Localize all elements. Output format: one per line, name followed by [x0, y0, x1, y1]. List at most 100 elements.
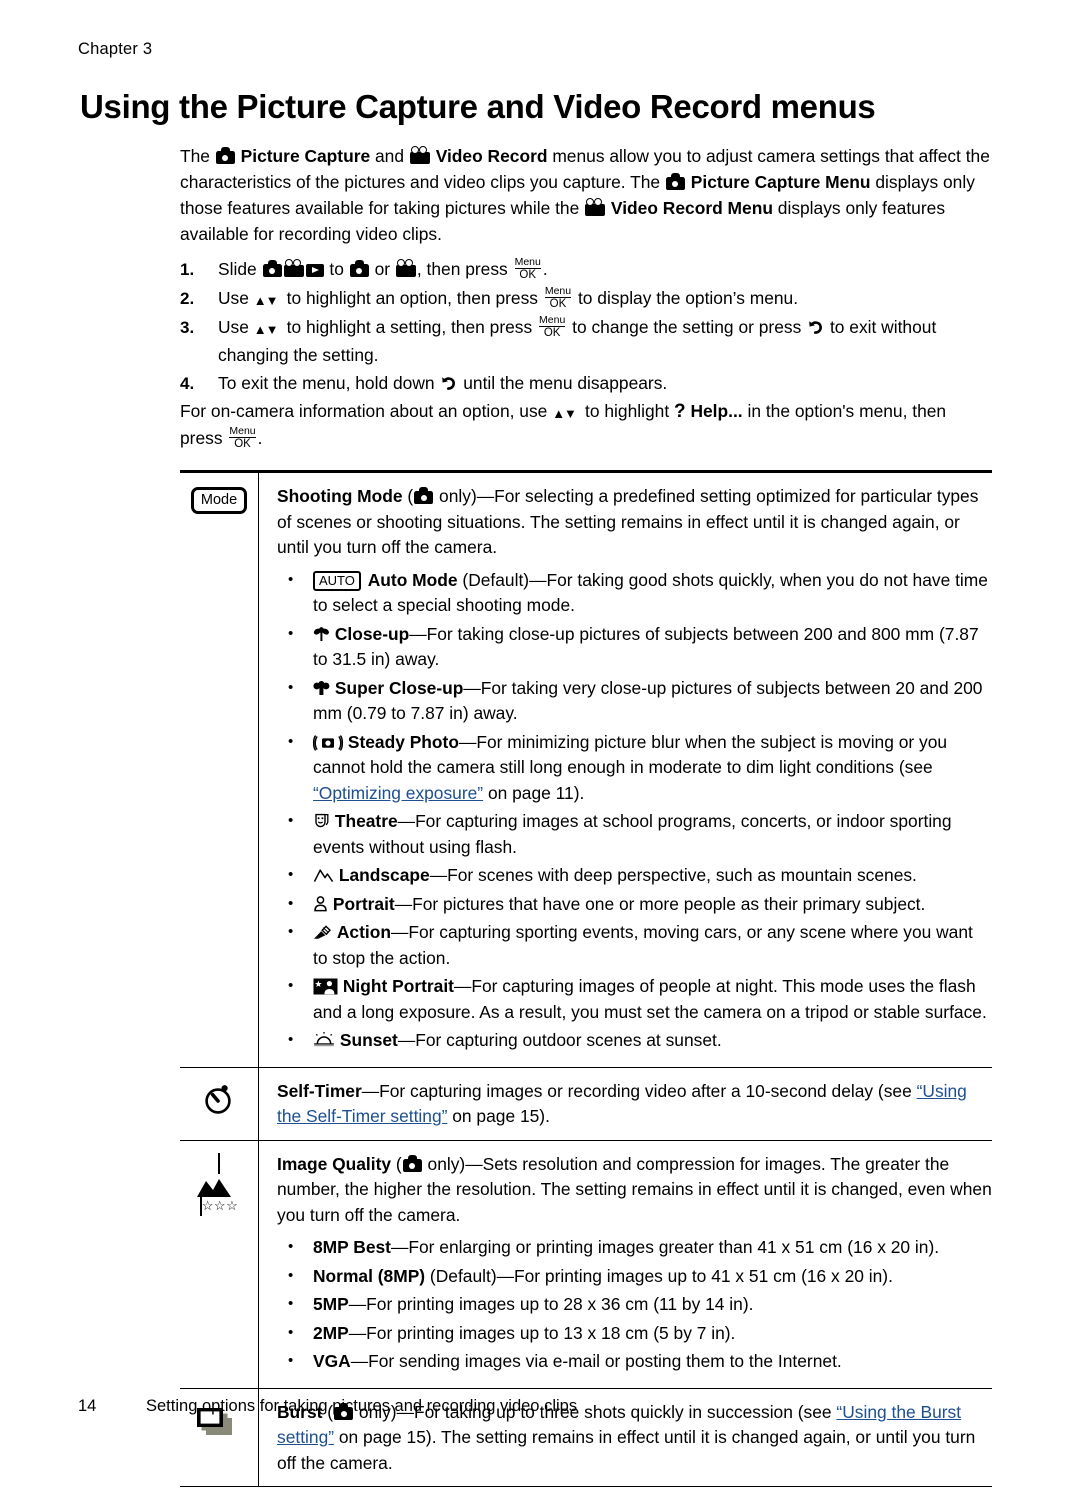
up-down-arrows-icon: ▲▼	[253, 322, 279, 337]
list-item-vga: VGA—For sending images via e-mail or pos…	[277, 1348, 992, 1375]
menu-ok-bottom: OK	[229, 437, 256, 451]
setting-text-cell: Self-Timer—For capturing images or recor…	[259, 1068, 992, 1140]
option-text: —For printing images up to 41 x 51 cm (1…	[496, 1265, 893, 1286]
step-number: 1.	[180, 260, 195, 279]
steady-photo-icon	[312, 732, 344, 752]
option-text-2: on page 11).	[483, 782, 585, 803]
night-portrait-icon	[313, 976, 338, 996]
scope-close: only)	[422, 1153, 466, 1174]
setting-icon-cell: Mode	[180, 473, 259, 1067]
help-text-4: .	[257, 428, 263, 448]
menu-ok-top: Menu	[544, 285, 572, 297]
list-item-close-up: Close-up—For taking close-up pictures of…	[277, 621, 992, 673]
option-text: —For scenes with deep perspective, such …	[429, 865, 917, 885]
link-optimizing-exposure[interactable]: “Optimizing exposure”	[313, 783, 483, 803]
intro-paragraph: The Picture Capture and Video Record men…	[180, 143, 992, 247]
picture-capture-icon	[665, 173, 685, 190]
setting-icon-cell: ☆☆☆	[180, 1140, 259, 1388]
setting-description: Shooting Mode ( only)—For selecting a pr…	[277, 484, 992, 561]
video-record-icon	[283, 259, 304, 277]
settings-table: Mode Shooting Mode ( only)—For selecting…	[180, 470, 992, 1487]
image-quality-options: 8MP Best—For enlarging or printing image…	[277, 1234, 992, 1375]
option-text: —For printing images up to 28 x 36 cm (1…	[348, 1294, 754, 1314]
option-name: Super Close-up	[334, 677, 464, 698]
list-item-theatre: Theatre—For capturing images at school p…	[277, 808, 992, 860]
setting-row-self-timer: Self-Timer—For capturing images or recor…	[180, 1067, 992, 1140]
option-text: —For enlarging or printing images greate…	[390, 1237, 940, 1257]
setting-description: Image Quality ( only)—Sets resolution an…	[277, 1152, 992, 1229]
step-text: Use	[218, 288, 249, 308]
option-name: 2MP	[313, 1322, 349, 1343]
picture-capture-icon	[349, 260, 369, 277]
steps-list: 1. Slide to or , then press Menu OK. 2. Use…	[180, 256, 992, 397]
step-number: 2.	[180, 289, 195, 308]
back-arrow-icon	[807, 317, 824, 334]
menu-ok-button-icon: Menu OK	[229, 425, 256, 451]
body-column: The Picture Capture and Video Record men…	[180, 143, 992, 462]
option-name: Theatre	[334, 811, 398, 831]
menu-ok-top: Menu	[539, 314, 566, 326]
step-1: 1. Slide to or , then press Menu OK.	[180, 256, 992, 284]
option-text: —For capturing sporting events, moving c…	[313, 922, 973, 968]
help-question-icon: ?	[674, 401, 686, 422]
footer-text: Setting options for taking pictures and …	[146, 1397, 578, 1415]
video-record-icon	[395, 259, 416, 277]
step-text: Use	[218, 317, 249, 337]
list-item-night-portrait: Night Portrait—For capturing images of p…	[277, 973, 992, 1025]
setting-text-cell: Shooting Mode ( only)—For selecting a pr…	[259, 473, 992, 1067]
step-text: to highlight an option, then press	[286, 288, 538, 308]
step-text: .	[542, 259, 548, 279]
picture-capture-icon	[215, 147, 235, 164]
up-down-arrows-icon: ▲▼	[253, 293, 279, 308]
picture-capture-icon	[262, 260, 282, 277]
theatre-masks-icon	[313, 811, 330, 831]
picture-capture-menu-label: Picture Capture Menu	[690, 172, 871, 192]
help-text-1: For on-camera information about an optio…	[180, 401, 548, 421]
setting-body-2: on page 15).	[447, 1106, 550, 1126]
document-page: Chapter 3 Using the Picture Capture and …	[0, 0, 1080, 1495]
page-number: 14	[78, 1397, 97, 1415]
scope-open: (	[395, 1153, 402, 1174]
playback-icon	[305, 264, 324, 277]
step-text: to change the setting or press	[572, 317, 802, 337]
video-record-label: Video Record	[435, 146, 548, 166]
option-name: Auto Mode	[367, 569, 458, 590]
option-name: Landscape	[338, 865, 430, 885]
landscape-icon	[313, 865, 334, 885]
option-name: Steady Photo	[347, 731, 459, 752]
sunset-icon	[313, 1030, 335, 1050]
option-qualifier: (Default)	[425, 1265, 497, 1286]
step-text: to highlight a setting, then press	[286, 317, 533, 337]
step-number: 3.	[180, 318, 195, 337]
setting-row-shooting-mode: Mode Shooting Mode ( only)—For selecting…	[180, 473, 992, 1067]
setting-icon-cell	[180, 1067, 259, 1140]
table-bottom-rule	[180, 1486, 992, 1487]
list-item-sunset: Sunset—For capturing outdoor scenes at s…	[277, 1027, 992, 1054]
option-qualifier: (Default)	[457, 569, 530, 590]
step-text: until the menu disappears.	[463, 373, 668, 393]
video-record-icon	[585, 198, 606, 216]
step-4: 4. To exit the menu, hold down until the …	[180, 370, 992, 397]
option-name: Action	[336, 922, 391, 942]
chapter-label: Chapter 3	[78, 40, 153, 58]
help-paragraph: For on-camera information about an optio…	[180, 398, 992, 453]
step-2: 2. Use ▲▼ to highlight an option, then pr…	[180, 285, 992, 313]
menu-ok-bottom: OK	[514, 268, 541, 282]
up-down-arrows-icon: ▲▼	[552, 406, 577, 421]
picture-capture-icon	[414, 487, 434, 504]
option-name: VGA	[313, 1351, 351, 1371]
intro-text-2: and	[370, 146, 409, 166]
help-menu-label: Help...	[690, 401, 743, 421]
step-3: 3. Use ▲▼ to highlight a setting, then pr…	[180, 314, 992, 369]
option-name: Portrait	[332, 893, 395, 914]
list-item-2mp: 2MP—For printing images up to 13 x 18 cm…	[277, 1320, 992, 1347]
flower-icon	[313, 624, 330, 644]
list-item-action: Action—For capturing sporting events, mo…	[277, 919, 992, 971]
setting-title: Shooting Mode	[277, 486, 403, 506]
setting-body: —For capturing images or recording video…	[361, 1080, 917, 1101]
list-item-8mp-best: 8MP Best—For enlarging or printing image…	[277, 1234, 992, 1261]
option-text: —For printing images up to 13 x 18 cm (5…	[348, 1322, 736, 1343]
auto-mode-icon: AUTO	[313, 570, 361, 591]
menu-ok-top: Menu	[514, 256, 541, 268]
setting-row-image-quality: ☆☆☆ Image Quality ( only)—Sets resolutio…	[180, 1140, 992, 1388]
